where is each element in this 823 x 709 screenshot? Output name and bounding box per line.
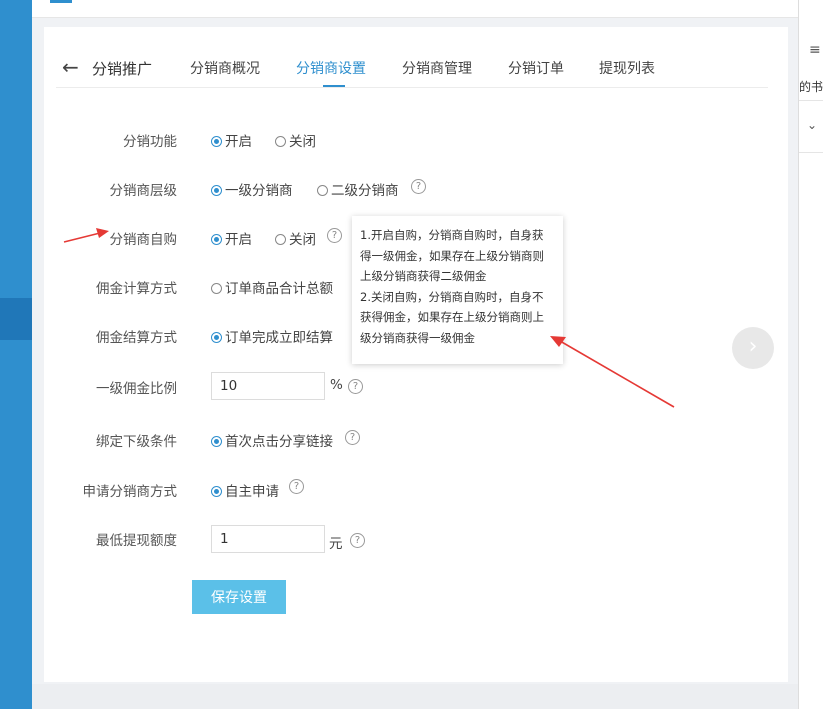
radio-unchecked-icon [275, 136, 286, 147]
tab-overview[interactable]: 分销商概况 [190, 58, 260, 78]
help-icon[interactable]: ? [289, 479, 304, 494]
radio-checked-icon [211, 234, 222, 245]
level-label: 分销商层级 [109, 183, 178, 199]
divider [799, 100, 823, 101]
first-level-ratio-input[interactable] [211, 372, 325, 400]
tooltip-line: 上级分销商获得二级佣金 [360, 269, 487, 283]
help-icon[interactable]: ? [327, 228, 342, 243]
commission-calc-radio[interactable]: 订单商品合计总额 [211, 277, 333, 297]
commission-settle-radio[interactable]: 订单完成立即结算 [211, 326, 333, 346]
apply-method-label: 申请分销商方式 [82, 484, 178, 500]
help-icon[interactable]: ? [411, 179, 426, 194]
option-label: 二级分销商 [331, 183, 399, 199]
save-settings-button[interactable]: 保存设置 [192, 580, 286, 614]
self-purchase-on-radio[interactable]: 开启 [211, 228, 252, 248]
option-label: 关闭 [289, 134, 316, 150]
bind-condition-label: 绑定下级条件 [96, 434, 177, 450]
option-label: 开启 [225, 134, 252, 150]
option-label: 订单商品合计总额 [225, 281, 333, 297]
apply-method-radio[interactable]: 自主申请 [211, 480, 279, 500]
menu-icon[interactable]: ≡ [809, 42, 821, 58]
self-purchase-label: 分销商自购 [109, 232, 178, 248]
level-one-radio[interactable]: 一级分销商 [211, 179, 293, 199]
browser-side-panel: ≡ 的书签 ⌄ [798, 0, 823, 709]
option-label: 一级分销商 [225, 183, 293, 199]
tab-orders[interactable]: 分销订单 [508, 58, 564, 78]
yuan-unit: 元 [329, 536, 343, 552]
chevron-down-icon[interactable]: ⌄ [807, 118, 817, 132]
min-withdraw-input[interactable] [211, 525, 325, 553]
option-label: 开启 [225, 232, 252, 248]
self-purchase-off-radio[interactable]: 关闭 [275, 228, 316, 248]
commission-settle-label: 佣金结算方式 [96, 330, 177, 346]
footer-bar [32, 684, 798, 709]
top-bar-accent [50, 0, 72, 3]
distribution-on-radio[interactable]: 开启 [211, 130, 252, 150]
radio-checked-icon [211, 136, 222, 147]
left-sidebar [0, 0, 32, 709]
radio-unchecked-icon [211, 283, 222, 294]
option-label: 自主申请 [225, 484, 279, 500]
level-two-radio[interactable]: 二级分销商 [317, 179, 399, 199]
tab-withdraw-list[interactable]: 提现列表 [599, 58, 655, 78]
tooltip-line: 级分销商获得一级佣金 [360, 330, 475, 345]
arrow-left-icon[interactable]: ← [62, 56, 79, 78]
tooltip-line: 得一级佣金，如果存在上级分销商则 [360, 248, 544, 263]
radio-unchecked-icon [275, 234, 286, 245]
radio-checked-icon [211, 486, 222, 497]
distribution-off-radio[interactable]: 关闭 [275, 130, 316, 150]
bookmarks-label[interactable]: 的书签 [799, 78, 823, 95]
min-withdraw-label: 最低提现额度 [96, 533, 177, 549]
self-purchase-tooltip: 1.开启自购，分销商自购时，自身获 得一级佣金，如果存在上级分销商则 上级分销商… [352, 216, 563, 364]
tooltip-line: 获得佣金，如果存在上级分销商则上 [360, 310, 544, 324]
tab-management[interactable]: 分销商管理 [402, 58, 472, 78]
radio-checked-icon [211, 185, 222, 196]
percent-unit: % [330, 377, 343, 393]
radio-checked-icon [211, 332, 222, 343]
divider [799, 152, 823, 153]
tab-settings[interactable]: 分销商设置 [296, 58, 366, 78]
tooltip-line: 1.开启自购，分销商自购时，自身获 [360, 228, 544, 242]
first-level-ratio-label: 一级佣金比例 [96, 381, 177, 397]
option-label: 首次点击分享链接 [225, 434, 333, 450]
bind-condition-radio[interactable]: 首次点击分享链接 [211, 430, 333, 450]
header-divider [56, 87, 768, 88]
tooltip-line: 2.关闭自购，分销商自购时，自身不 [360, 289, 544, 304]
help-icon[interactable]: ? [348, 379, 363, 394]
option-label: 订单完成立即结算 [225, 330, 333, 346]
page-title: 分销推广 [92, 60, 153, 78]
help-icon[interactable]: ? [350, 533, 365, 548]
option-label: 关闭 [289, 232, 316, 248]
top-bar [32, 0, 798, 18]
distribution-label: 分销功能 [123, 134, 177, 150]
help-icon[interactable]: ? [345, 430, 360, 445]
radio-checked-icon [211, 436, 222, 447]
chevron-right-icon[interactable]: › [732, 327, 774, 369]
radio-unchecked-icon [317, 185, 328, 196]
commission-calc-label: 佣金计算方式 [96, 281, 177, 297]
